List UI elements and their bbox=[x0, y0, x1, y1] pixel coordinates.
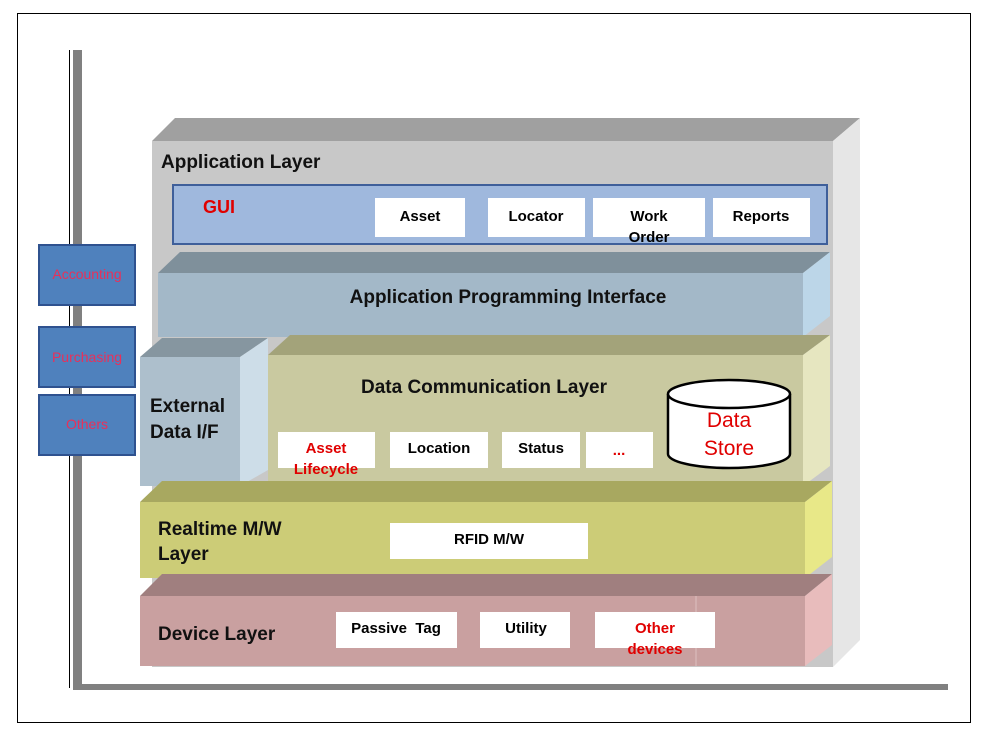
data-module-label: Status bbox=[518, 440, 564, 457]
data-communication-layer: Data Communication Layer Asset Lifecycle… bbox=[268, 335, 830, 486]
data-module-label: Lifecycle bbox=[294, 461, 358, 478]
side-systems: Accounting Purchasing Others bbox=[38, 244, 136, 456]
device-layer: Device Layer Passive Tag Utility Other d… bbox=[140, 574, 832, 666]
horizontal-axis-bar bbox=[73, 684, 948, 690]
data-comm-side bbox=[803, 335, 830, 486]
device-module-label: Utility bbox=[505, 620, 547, 637]
data-comm-title: Data Communication Layer bbox=[361, 377, 608, 398]
gui-panel: GUI Asset Locator Work Order Reports bbox=[172, 184, 828, 246]
device-module-label: devices bbox=[627, 641, 682, 658]
gui-module-label: Reports bbox=[733, 208, 790, 225]
gui-module-label: Locator bbox=[508, 208, 563, 225]
device-top bbox=[140, 574, 832, 596]
application-layer-top bbox=[152, 118, 860, 141]
side-box-label: Accounting bbox=[52, 266, 121, 282]
api-layer-top bbox=[158, 252, 830, 273]
external-data-label: Data I/F bbox=[150, 422, 219, 443]
gui-module-label: Asset bbox=[400, 208, 441, 225]
application-layer-side bbox=[833, 118, 860, 667]
rfid-mw-label: RFID M/W bbox=[454, 531, 525, 548]
side-box-label: Others bbox=[66, 416, 108, 432]
gui-label: GUI bbox=[203, 197, 235, 217]
api-layer: Application Programming Interface bbox=[158, 252, 830, 337]
data-store-label: Data bbox=[707, 409, 752, 432]
realtime-label: Realtime M/W bbox=[158, 519, 282, 540]
api-layer-title: Application Programming Interface bbox=[350, 287, 667, 308]
realtime-label: Layer bbox=[158, 544, 209, 565]
architecture-diagram: Application Layer GUI Asset Locator Work… bbox=[17, 13, 971, 723]
external-data-side bbox=[240, 338, 268, 486]
data-module-label: Location bbox=[408, 440, 471, 457]
application-layer-title: Application Layer bbox=[161, 152, 321, 173]
external-data-interface: External Data I/F bbox=[140, 338, 268, 486]
realtime-mw-layer: Realtime M/W Layer RFID M/W bbox=[140, 481, 832, 578]
data-comm-top bbox=[268, 335, 830, 355]
device-layer-title: Device Layer bbox=[158, 624, 276, 645]
realtime-top bbox=[140, 481, 832, 502]
external-data-label: External bbox=[150, 396, 225, 417]
data-module-label: Asset bbox=[306, 440, 347, 457]
data-store-top bbox=[666, 378, 792, 410]
data-module-label: ... bbox=[613, 442, 626, 459]
device-module-label: Other bbox=[635, 620, 675, 637]
data-store-cylinder: Data Store bbox=[666, 378, 792, 470]
device-module-label: Passive Tag bbox=[351, 620, 441, 637]
gui-module-label: Work bbox=[630, 208, 668, 225]
data-store-label: Store bbox=[704, 437, 754, 460]
side-box-label: Purchasing bbox=[52, 349, 122, 365]
gui-module-label: Order bbox=[629, 229, 670, 246]
